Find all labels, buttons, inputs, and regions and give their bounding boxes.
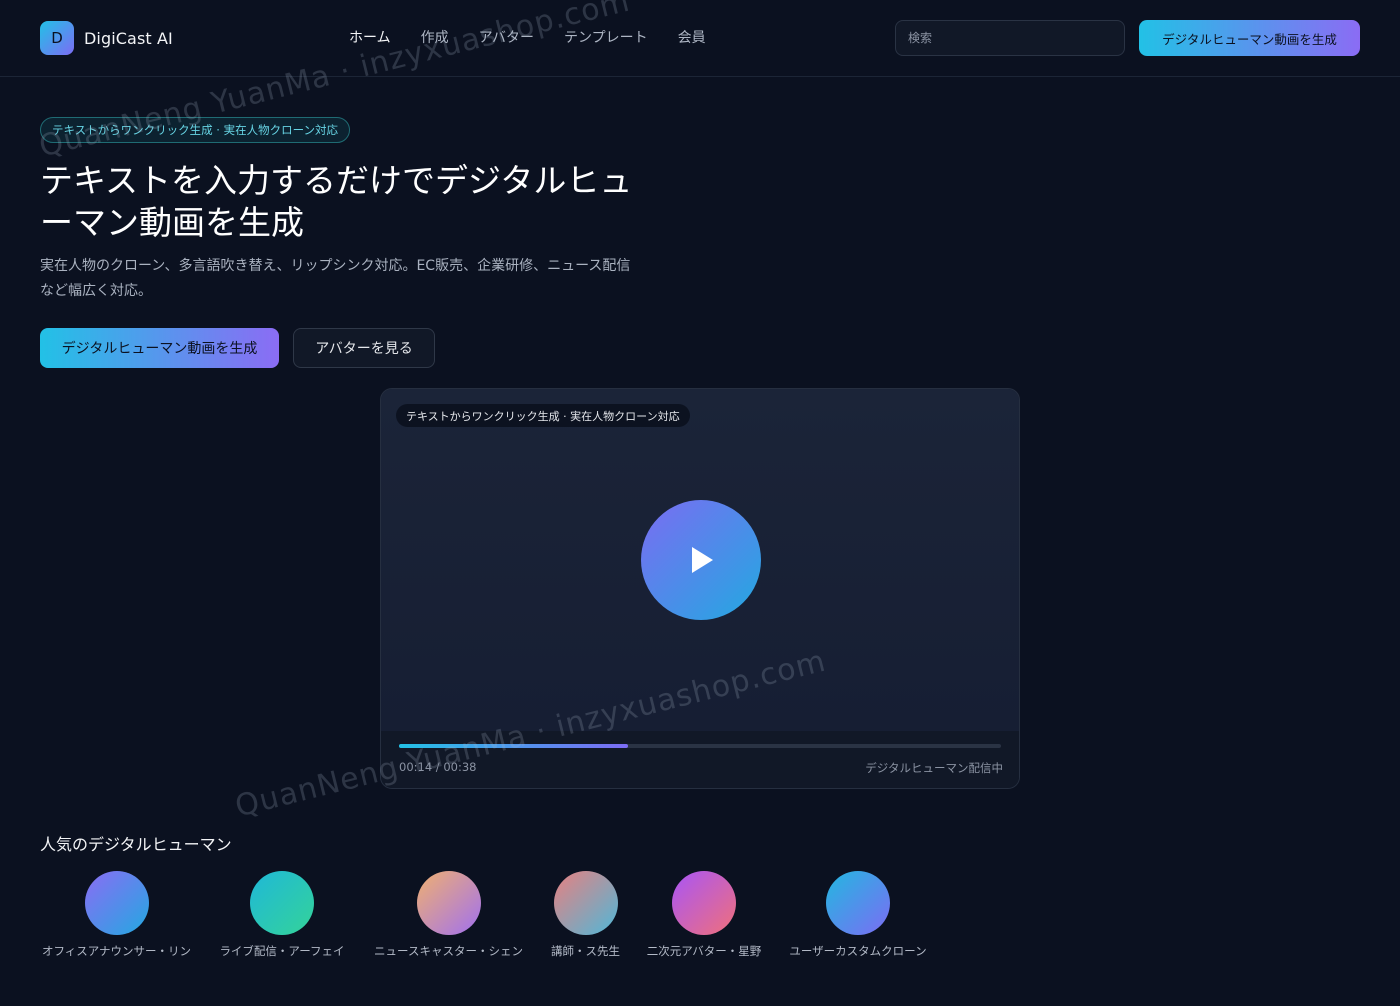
popular-section-title: 人気のデジタルヒューマン [40, 835, 232, 854]
avatar-name: ライブ配信・アーフェイ [219, 944, 345, 958]
play-icon [692, 547, 713, 573]
video-time: 00:14 / 00:38 [399, 760, 477, 774]
avatar-name: オフィスアナウンサー・リン [41, 944, 192, 958]
search-box [895, 20, 1125, 56]
avatar [416, 871, 481, 935]
view-avatars-button[interactable]: アバターを見る [293, 328, 435, 368]
avatar-name: ユーザーカスタムクローン [789, 944, 927, 958]
video-screen[interactable]: テキストからワンクリック生成 · 実在人物クローン対応 [381, 389, 1019, 731]
avatar [553, 871, 618, 935]
progress-bar[interactable] [399, 744, 1001, 748]
video-controls: 00:14 / 00:38 デジタルヒューマン配信中 [381, 731, 1019, 788]
avatar [826, 871, 890, 935]
nav-item-home[interactable]: ホーム [349, 27, 391, 47]
avatar-item-rin[interactable]: オフィスアナウンサー・リン [40, 871, 193, 959]
nav-item-membership[interactable]: 会員 [678, 27, 706, 47]
avatar-item-hoshino[interactable]: 二次元アバター・星野 [645, 871, 763, 959]
avatar-item-afei[interactable]: ライブ配信・アーフェイ [218, 871, 346, 959]
hero-description: 実在人物のクローン、多言語吹き替え、リップシンク対応。EC販売、企業研修、ニュー… [40, 258, 631, 299]
hero-generate-button[interactable]: デジタルヒューマン動画を生成 [40, 328, 279, 368]
header-generate-button[interactable]: デジタルヒューマン動画を生成 [1139, 20, 1360, 56]
video-player: テキストからワンクリック生成 · 実在人物クローン対応 00:14 / 00:3… [380, 388, 1020, 789]
avatar-item-shen[interactable]: ニュースキャスター・シェン [372, 871, 525, 959]
nav-item-templates[interactable]: テンプレート [564, 27, 648, 47]
progress-fill [399, 744, 628, 748]
nav-item-avatars[interactable]: アバター [479, 27, 534, 47]
search-input[interactable] [908, 31, 1112, 45]
hero-title: テキストを入力するだけでデジタルヒューマン動画を生成 [40, 161, 633, 242]
top-header: D DigiCast AI ホーム 作成 アバター テンプレート 会員 デジタル… [0, 0, 1400, 77]
avatar [672, 871, 736, 935]
avatar-name: ニュースキャスター・シェン [374, 944, 523, 958]
avatar-name: 二次元アバター・星野 [646, 944, 762, 958]
nav-item-create[interactable]: 作成 [421, 27, 449, 47]
brand-logo[interactable]: D DigiCast AI [40, 21, 173, 55]
avatar-item-teacher[interactable]: 講師・ス先生 [548, 871, 623, 959]
page: D DigiCast AI ホーム 作成 アバター テンプレート 会員 デジタル… [0, 0, 1400, 1006]
avatar [84, 871, 149, 935]
video-status: デジタルヒューマン配信中 [865, 761, 1003, 775]
avatar [250, 871, 314, 935]
brand-name: DigiCast AI [84, 28, 173, 48]
logo-mark: D [40, 21, 74, 55]
video-tag: テキストからワンクリック生成 · 実在人物クローン対応 [396, 404, 690, 427]
main-nav: ホーム 作成 アバター テンプレート 会員 [349, 27, 706, 47]
avatar-item-custom-clone[interactable]: ユーザーカスタムクローン [787, 871, 929, 959]
avatar-name: 講師・ス先生 [551, 944, 620, 958]
play-button[interactable] [641, 500, 761, 620]
hero-badge: テキストからワンクリック生成 · 実在人物クローン対応 [40, 117, 351, 143]
